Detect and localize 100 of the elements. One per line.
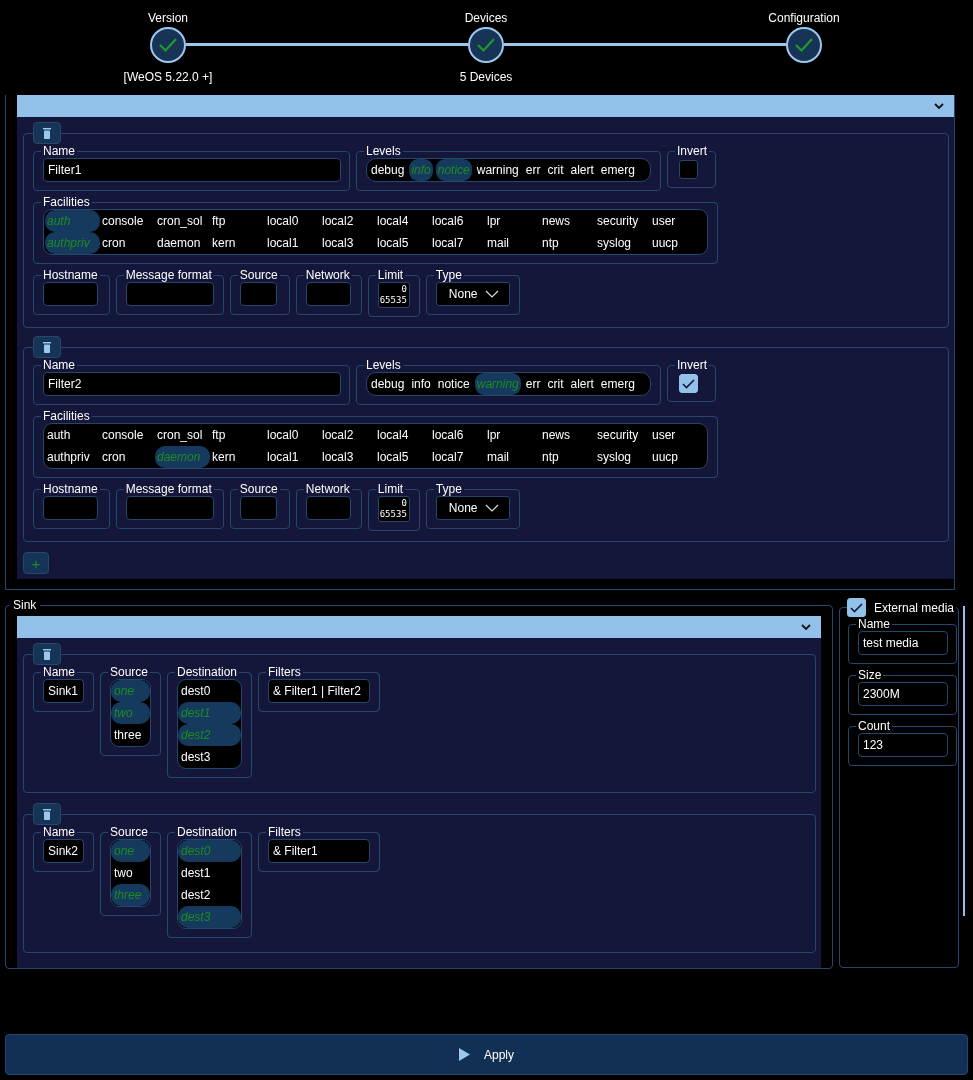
facility-option[interactable]: cron_sol <box>155 210 210 232</box>
level-option[interactable]: emerg <box>598 159 637 181</box>
destination-option[interactable]: dest2 <box>178 884 241 906</box>
facility-option[interactable]: ftp <box>210 424 265 446</box>
text-field[interactable] <box>125 496 214 520</box>
text-field[interactable] <box>43 282 98 306</box>
facility-option[interactable]: local6 <box>430 210 485 232</box>
delete-button[interactable] <box>33 643 61 665</box>
level-option[interactable]: debug <box>369 373 407 395</box>
filters-field[interactable]: & Filter1 | Filter2 <box>268 679 370 703</box>
facility-option[interactable]: local2 <box>320 424 375 446</box>
facility-option[interactable]: uucp <box>650 446 705 468</box>
facility-option[interactable]: security <box>595 424 650 446</box>
facility-option[interactable]: local0 <box>265 210 320 232</box>
facility-option[interactable]: news <box>540 210 595 232</box>
level-option[interactable]: warning <box>474 159 521 181</box>
facility-option[interactable]: console <box>100 210 155 232</box>
facility-option[interactable]: local5 <box>375 446 430 468</box>
facility-option[interactable]: auth <box>45 424 100 446</box>
destination-option[interactable]: dest1 <box>178 862 241 884</box>
level-option[interactable]: crit <box>545 373 566 395</box>
name-field[interactable]: Filter1 <box>43 158 341 182</box>
facility-option[interactable]: local1 <box>265 446 320 468</box>
facility-option[interactable]: user <box>650 210 705 232</box>
text-field[interactable] <box>125 282 214 306</box>
delete-button[interactable] <box>33 336 61 358</box>
facility-option[interactable]: ftp <box>210 210 265 232</box>
invert-checkbox[interactable] <box>679 160 698 179</box>
facility-option[interactable]: mail <box>485 446 540 468</box>
facility-option[interactable]: local4 <box>375 424 430 446</box>
facility-option[interactable]: syslog <box>595 232 650 254</box>
level-option[interactable]: err <box>523 159 543 181</box>
level-option[interactable]: alert <box>568 373 596 395</box>
level-option[interactable]: debug <box>369 159 407 181</box>
level-option[interactable]: crit <box>545 159 566 181</box>
facility-option[interactable]: cron_sol <box>155 424 210 446</box>
limit-field[interactable]: 0 65535 <box>377 496 410 522</box>
facility-option[interactable]: local3 <box>320 446 375 468</box>
source-option[interactable]: two <box>111 862 150 884</box>
text-field[interactable] <box>239 496 277 520</box>
step-circle[interactable] <box>150 27 186 63</box>
facility-option[interactable]: lpr <box>485 210 540 232</box>
text-field[interactable]: 2300M <box>858 682 948 706</box>
type-dropdown[interactable]: None <box>435 496 510 520</box>
facility-option[interactable]: daemon <box>155 232 210 254</box>
chevron-down-icon[interactable] <box>934 102 944 110</box>
limit-field[interactable]: 0 65535 <box>377 282 410 308</box>
facility-option[interactable]: kern <box>210 232 265 254</box>
text-field[interactable] <box>305 282 351 306</box>
external-media-checkbox[interactable] <box>847 598 866 617</box>
delete-button[interactable] <box>33 122 61 144</box>
delete-button[interactable] <box>33 803 61 825</box>
scrollbar[interactable] <box>963 606 965 916</box>
facility-option[interactable]: ntp <box>540 446 595 468</box>
level-option[interactable]: info <box>409 373 433 395</box>
source-option[interactable]: three <box>111 724 150 746</box>
text-field[interactable] <box>239 282 277 306</box>
facility-option[interactable]: syslog <box>595 446 650 468</box>
facility-option[interactable]: console <box>100 424 155 446</box>
section-title: Sink <box>12 598 38 612</box>
facility-option[interactable]: cron <box>100 232 155 254</box>
name-field[interactable]: Sink1 <box>43 679 84 703</box>
facility-option[interactable]: local2 <box>320 210 375 232</box>
destination-option[interactable]: dest0 <box>178 680 241 702</box>
facility-option[interactable]: local5 <box>375 232 430 254</box>
type-dropdown[interactable]: None <box>435 282 510 306</box>
step-circle[interactable] <box>786 27 822 63</box>
facility-option[interactable]: local7 <box>430 232 485 254</box>
step-circle[interactable] <box>468 27 504 63</box>
facility-option[interactable]: news <box>540 424 595 446</box>
facility-option[interactable]: local3 <box>320 232 375 254</box>
chevron-down-icon[interactable] <box>801 623 811 631</box>
level-option[interactable]: alert <box>568 159 596 181</box>
facility-option[interactable]: security <box>595 210 650 232</box>
invert-checkbox[interactable] <box>679 374 698 393</box>
destination-option[interactable]: dest3 <box>178 746 241 768</box>
text-field[interactable]: test media <box>858 631 948 655</box>
facility-option[interactable]: local4 <box>375 210 430 232</box>
facility-option[interactable]: kern <box>210 446 265 468</box>
level-option[interactable]: emerg <box>598 373 637 395</box>
facility-option[interactable]: lpr <box>485 424 540 446</box>
apply-button[interactable]: Apply <box>5 1034 968 1075</box>
text-field[interactable] <box>305 496 351 520</box>
level-option[interactable]: err <box>523 373 543 395</box>
facility-option[interactable]: local1 <box>265 232 320 254</box>
text-field[interactable]: 123 <box>858 733 948 757</box>
facility-option[interactable]: local7 <box>430 446 485 468</box>
text-field[interactable] <box>43 496 98 520</box>
facility-option[interactable]: authpriv <box>45 446 100 468</box>
filters-field[interactable]: & Filter1 <box>268 839 370 863</box>
facility-option[interactable]: local6 <box>430 424 485 446</box>
facility-option[interactable]: user <box>650 424 705 446</box>
name-field[interactable]: Sink2 <box>43 839 84 863</box>
facility-option[interactable]: cron <box>100 446 155 468</box>
facility-option[interactable]: uucp <box>650 232 705 254</box>
level-option[interactable]: notice <box>435 373 472 395</box>
facility-option[interactable]: mail <box>485 232 540 254</box>
name-field[interactable]: Filter2 <box>43 372 341 396</box>
facility-option[interactable]: ntp <box>540 232 595 254</box>
facility-option[interactable]: local0 <box>265 424 320 446</box>
